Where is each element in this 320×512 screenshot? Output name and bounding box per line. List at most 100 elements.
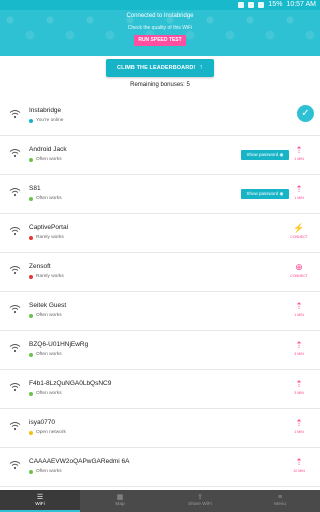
network-row[interactable]: F4b1-8LzQuNGA0LbQsNC9 Often works ⇡ 3 MIN (0, 370, 320, 409)
menu-icon: ≡ (277, 494, 283, 501)
network-status: Often works (29, 196, 62, 201)
connected-check-icon: ✓ (297, 105, 314, 122)
network-row[interactable]: CAAAAEVW2oQAPwGARedmi 6A Often works ⇡ 10 M… (0, 448, 320, 487)
network-name: Seitek Guest (29, 302, 67, 309)
network-row[interactable]: CaptivePortal Rarely works ⚡ CONNECT (0, 214, 320, 253)
status-bar: 15% 10:57 AM (0, 0, 320, 10)
walking-person-icon: ⇡ (295, 418, 303, 428)
wifi-signal-icon (9, 188, 21, 197)
network-status: Often works (29, 391, 62, 396)
status-dot (29, 118, 33, 123)
climb-leaderboard-button[interactable]: CLIMB THE LEADERBOARD! ↑ (106, 59, 214, 77)
network-row[interactable]: Instabridge You're online ✓ (0, 97, 320, 136)
network-row[interactable]: S81 Often works Show password ◉ ⇡ 1 MIN (0, 175, 320, 214)
network-row[interactable]: BZQ6-U01HNjEwRg Often works ⇡ 3 MIN (0, 331, 320, 370)
connection-banner: Connected to Instabridge Check the quali… (0, 10, 320, 56)
network-name: S81 (29, 185, 41, 192)
network-row[interactable]: Zensoft Rarely works ⊕ CONNECT (0, 253, 320, 292)
show-password-label: Show password (246, 191, 279, 196)
wifi-list-icon: ☰ (36, 494, 44, 501)
nav-share-wifi[interactable]: ⇪ Share WiFi (160, 490, 240, 512)
status-text: Often works (36, 391, 62, 396)
action-label: 3 MIN (294, 352, 304, 356)
walking-person-icon: ⇡ (295, 145, 303, 155)
remaining-bonuses: Remaining bonuses: 5 (130, 82, 190, 88)
walk-distance-button[interactable]: ⇡ 10 MIN (288, 456, 310, 480)
walk-distance-button[interactable]: ⇡ 1 MIN (288, 417, 310, 441)
status-text: Often works (36, 196, 62, 201)
action-label: 1 MIN (294, 313, 304, 317)
status-dot (29, 157, 33, 162)
status-dot (29, 196, 33, 201)
action-label: 10 MIN (293, 469, 305, 473)
walk-distance-button[interactable]: ⇡ 3 MIN (288, 378, 310, 402)
walk-distance-button[interactable]: ⇡ 1 MIN (288, 144, 310, 168)
connect-icon: ⚡ (293, 223, 305, 233)
network-status: Rarely works (29, 235, 64, 240)
battery-percent: 15% (268, 1, 283, 8)
wifi-signal-icon (9, 383, 21, 392)
wifi-signal-icon (9, 266, 21, 275)
walk-distance-button[interactable]: ⇡ 1 MIN (288, 300, 310, 324)
connect-button[interactable]: ⚡ CONNECT (288, 222, 310, 246)
status-dot (29, 235, 33, 240)
network-row[interactable]: Android Jack Often works Show password ◉ ⇡ 1… (0, 136, 320, 175)
run-speed-test-button[interactable]: RUN SPEED TEST (134, 35, 186, 46)
network-name: CaptivePortal (29, 224, 69, 231)
action-label: 1 MIN (294, 196, 304, 200)
network-name: BZQ6-U01HNjEwRg (29, 341, 89, 348)
network-name: Zensoft (29, 263, 51, 270)
action-label: 1 MIN (294, 157, 304, 161)
status-dot (29, 430, 33, 435)
show-password-button[interactable]: Show password ◉ (241, 189, 289, 199)
wifi-signal-icon (9, 461, 21, 470)
nav-label: Map (115, 502, 125, 507)
connect-icon: ⊕ (295, 262, 303, 272)
status-text: Rarely works (36, 235, 64, 240)
nav-wifi[interactable]: ☰ WiFi (0, 490, 80, 512)
map-icon: ▦ (116, 494, 124, 501)
status-text: Often works (36, 313, 62, 318)
network-status: Rarely works (29, 274, 64, 279)
bluetooth-icon (238, 2, 245, 8)
status-dot (29, 391, 33, 396)
network-list: Instabridge You're online ✓ Android Jack Oft… (0, 97, 320, 512)
action-label: 3 MIN (294, 391, 304, 395)
network-name: isya0770 (29, 419, 56, 426)
network-status: You're online (29, 118, 63, 123)
arrow-up-icon: ↑ (199, 64, 203, 71)
network-status: Often works (29, 352, 62, 357)
network-row[interactable]: Seitek Guest Often works ⇡ 1 MIN (0, 292, 320, 331)
walking-person-icon: ⇡ (295, 457, 303, 467)
nav-menu[interactable]: ≡ Menu (240, 490, 320, 512)
show-password-button[interactable]: Show password ◉ (241, 150, 289, 160)
status-dot (29, 274, 33, 279)
status-text: Often works (36, 157, 62, 162)
network-name: Android Jack (29, 146, 67, 153)
network-name: Instabridge (29, 107, 62, 114)
walking-person-icon: ⇡ (295, 340, 303, 350)
network-status: Open network (29, 430, 66, 435)
walking-person-icon: ⇡ (295, 379, 303, 389)
wifi-signal-icon (9, 149, 21, 158)
share-icon: ⇪ (197, 494, 203, 501)
nav-map[interactable]: ▦ Map (80, 490, 160, 512)
network-row[interactable]: isya0770 Open network ⇡ 1 MIN (0, 409, 320, 448)
battery-icon (258, 2, 265, 8)
status-text: You're online (36, 118, 64, 123)
connect-button[interactable]: ⊕ CONNECT (288, 261, 310, 285)
walk-distance-button[interactable]: ⇡ 1 MIN (288, 183, 310, 207)
network-status: Often works (29, 157, 62, 162)
walking-person-icon: ⇡ (295, 301, 303, 311)
eye-icon: ◉ (278, 191, 284, 196)
connected-text: Connected to Instabridge (126, 13, 194, 19)
action-label: 1 MIN (294, 430, 304, 434)
walk-distance-button[interactable]: ⇡ 3 MIN (288, 339, 310, 363)
action-label: CONNECT (290, 235, 308, 239)
status-text: Open network (36, 430, 66, 435)
clock: 10:57 AM (286, 1, 316, 8)
status-dot (29, 313, 33, 318)
action-label: CONNECT (290, 274, 308, 278)
wifi-signal-icon (9, 110, 21, 119)
wifi-signal-icon (9, 227, 21, 236)
